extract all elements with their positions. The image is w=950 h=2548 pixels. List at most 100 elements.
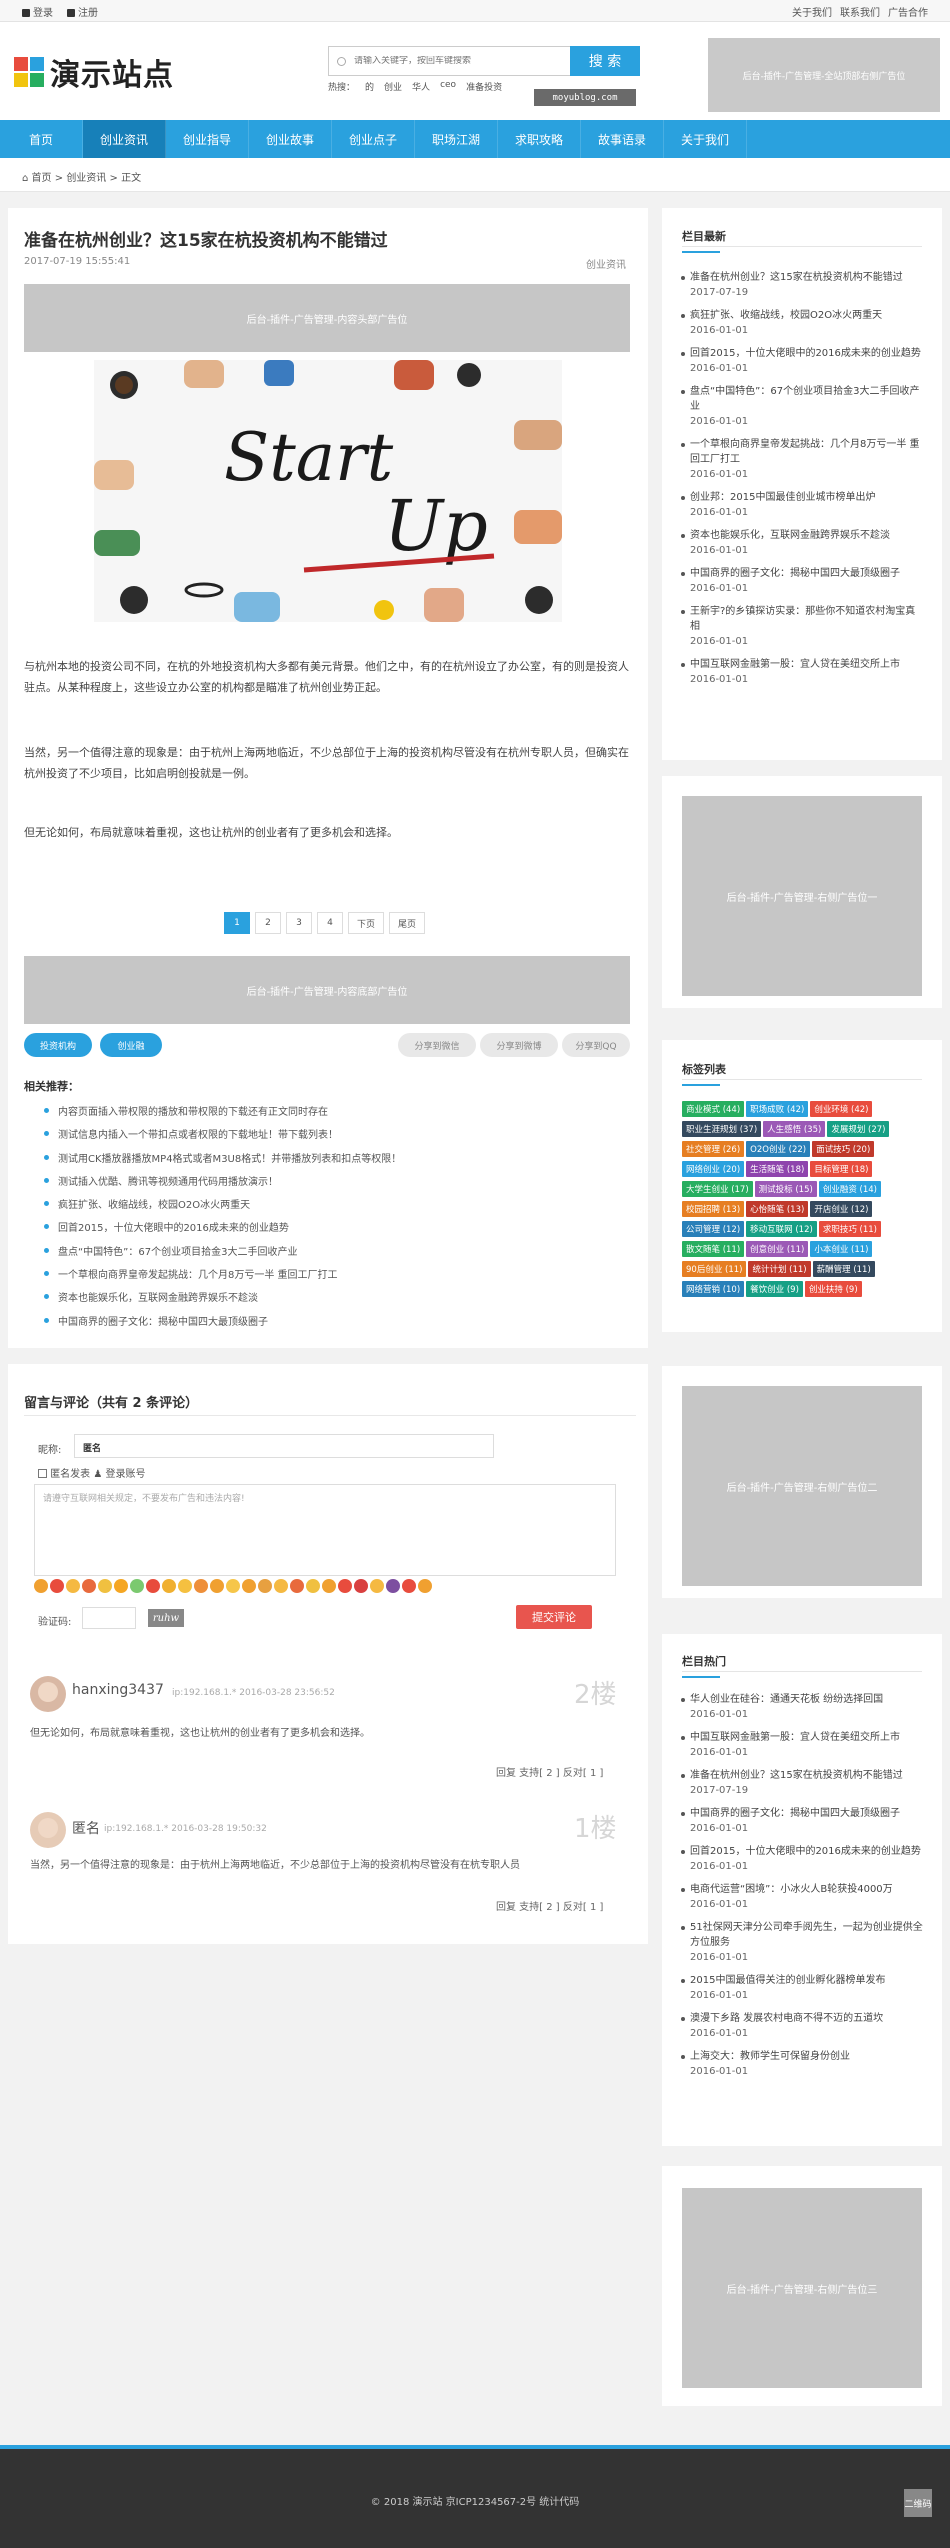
tag-chip[interactable]: 面试技巧 (20) [812,1141,875,1157]
emoji-icon[interactable] [274,1579,288,1593]
comment-actions[interactable]: 回复 支持[ 2 ] 反对[ 1 ] [496,1764,603,1779]
related-item[interactable]: 盘点“中国特色”：67个创业项目拾金3大二手回收产业 [43,1243,401,1266]
content-head-ad[interactable]: 后台-插件-广告管理-内容头部广告位 [24,284,630,352]
tag-chip[interactable]: 散文随笔 (11) [682,1241,745,1257]
tag-chip[interactable]: 小本创业 (11) [810,1241,873,1257]
tag-chip[interactable]: 90后创业 (11) [682,1261,747,1277]
latest-item[interactable]: 盘点“中国特色”：67个创业项目拾金3大二手回收产业 2016-01-01 [681,384,924,437]
tag-chip[interactable]: 创意创业 (11) [746,1241,809,1257]
tag-chip[interactable]: 校园招聘 (13) [682,1201,745,1217]
related-item[interactable]: 测试用CK播放器播放MP4格式或者M3U8格式！并带播放列表和扣点等权限！ [43,1150,401,1173]
search-input[interactable] [354,56,554,66]
tag-chip[interactable]: 薪酬管理 (11) [812,1261,875,1277]
related-item[interactable]: 疯狂扩张、收缩战线，校园O2O冰火两重天 [43,1196,401,1219]
share-wechat-button[interactable]: 分享到微信 [398,1033,476,1057]
latest-item[interactable]: 中国互联网金融第一股：宜人贷在美纽交所上市 2016-01-01 [681,657,924,695]
article-tag[interactable]: 创业融 [100,1033,162,1057]
hot-word[interactable]: 华人 [412,80,430,93]
latest-item[interactable]: 中国商界的圈子文化：揭秘中国四大最顶级圈子 2016-01-01 [681,566,924,604]
site-logo[interactable]: 演示站点 [14,50,174,94]
sidebar-ad-3[interactable]: 后台-插件-广告管理-右侧广告位三 [682,2188,922,2388]
share-weibo-button[interactable]: 分享到微博 [480,1033,558,1057]
tag-chip[interactable]: 创业扶持 (9) [804,1281,862,1297]
ads-link[interactable]: 广告合作 [888,4,928,19]
hot-word[interactable]: ceo [440,80,456,93]
emoji-icon[interactable] [402,1579,416,1593]
hot-word[interactable]: 准备投资 [466,80,502,93]
emoji-icon[interactable] [162,1579,176,1593]
nick-field[interactable]: 匿名 [74,1434,494,1458]
sidebar-ad-1[interactable]: 后台-插件-广告管理-右侧广告位一 [682,796,922,996]
contact-link[interactable]: 联系我们 [840,4,880,19]
tag-chip[interactable]: 商业模式 (44) [682,1101,745,1117]
last-page-button[interactable]: 尾页 [389,912,425,934]
hot-item[interactable]: 回首2015，十位大佬眼中的2016成未来的创业趋势 2016-01-01 [681,1844,924,1882]
emoji-icon[interactable] [146,1579,160,1593]
hot-item[interactable]: 51社保网天津分公司牵手阅先生，一起为创业提供全方位服务 2016-01-01 [681,1920,924,1973]
nav-item[interactable]: 创业资讯 [83,120,166,158]
hot-item[interactable]: 华人创业在硅谷：通通天花板 纷纷选择回国 2016-01-01 [681,1692,924,1730]
nav-item[interactable]: 创业故事 [249,120,332,158]
hot-item[interactable]: 中国互联网金融第一股：宜人贷在美纽交所上市 2016-01-01 [681,1730,924,1768]
emoji-icon[interactable] [34,1579,48,1593]
emoji-icon[interactable] [178,1579,192,1593]
login-link[interactable]: 登录 [22,4,53,19]
tag-chip[interactable]: 求职技巧 (11) [818,1221,881,1237]
emoji-icon[interactable] [306,1579,320,1593]
page-2-button[interactable]: 2 [255,912,281,934]
hot-word[interactable]: 创业 [384,80,402,93]
submit-comment-button[interactable]: 提交评论 [516,1605,592,1629]
related-item[interactable]: 内容页面插入带权限的播放和带权限的下载还有正文同时存在 [43,1103,401,1126]
tag-chip[interactable]: 网络创业 (20) [682,1161,745,1177]
latest-item[interactable]: 资本也能娱乐化，互联网金融跨界娱乐不趁淡 2016-01-01 [681,528,924,566]
related-item[interactable]: 一个草根向商界皇帝发起挑战：几个月8万亏一半 重回工厂打工 [43,1266,401,1289]
captcha-image[interactable]: ruhw [148,1609,184,1627]
qr-code-icon[interactable]: 二维码 [904,2489,932,2517]
emoji-icon[interactable] [50,1579,64,1593]
content-bottom-ad[interactable]: 后台-插件-广告管理-内容底部广告位 [24,956,630,1024]
nav-item[interactable]: 创业指导 [166,120,249,158]
nav-item[interactable]: 故事语录 [581,120,664,158]
tag-chip[interactable]: 移动互联网 (12) [746,1221,817,1237]
related-item[interactable]: 回首2015，十位大佬眼中的2016成未来的创业趋势 [43,1219,401,1242]
emoji-icon[interactable] [98,1579,112,1593]
emoji-icon[interactable] [386,1579,400,1593]
latest-item[interactable]: 疯狂扩张、收缩战线，校园O2O冰火两重天 2016-01-01 [681,308,924,346]
hot-item[interactable]: 澳漫下乡路 发展农村电商不得不迈的五道坎 2016-01-01 [681,2011,924,2049]
hot-item[interactable]: 2015中国最值得关注的创业孵化器榜单发布 2016-01-01 [681,1973,924,2011]
nav-item[interactable]: 求职攻略 [498,120,581,158]
related-item[interactable]: 中国商界的圈子文化：揭秘中国四大最顶级圈子 [43,1313,401,1336]
login-account-link[interactable]: 登录账号 [106,1469,146,1480]
tag-chip[interactable]: 职业生涯规划 (37) [682,1121,762,1137]
sidebar-ad-2[interactable]: 后台-插件-广告管理-右侧广告位二 [682,1386,922,1586]
emoji-icon[interactable] [114,1579,128,1593]
comment-textarea[interactable]: 请遵守互联网相关规定，不要发布广告和违法内容! [34,1484,616,1576]
nav-item[interactable]: 创业点子 [332,120,415,158]
hot-item[interactable]: 上海交大：教师学生可保留身份创业 2016-01-01 [681,2049,924,2087]
hot-item[interactable]: 中国商界的圈子文化：揭秘中国四大最顶级圈子 2016-01-01 [681,1806,924,1844]
breadcrumb-category[interactable]: 创业资讯 [66,173,106,184]
share-qq-button[interactable]: 分享到QQ [562,1033,630,1057]
about-link[interactable]: 关于我们 [792,4,832,19]
tag-chip[interactable]: 职场成败 (42) [746,1101,809,1117]
emoji-icon[interactable] [338,1579,352,1593]
emoji-icon[interactable] [210,1579,224,1593]
latest-item[interactable]: 王新宇?的乡镇探访实录：那些你不知道农村淘宝真相 2016-01-01 [681,604,924,657]
latest-item[interactable]: 一个草根向商界皇帝发起挑战：几个月8万亏一半 重回工厂打工 2016-01-01 [681,437,924,490]
emoji-icon[interactable] [194,1579,208,1593]
next-page-button[interactable]: 下页 [348,912,384,934]
emoji-icon[interactable] [290,1579,304,1593]
register-link[interactable]: 注册 [67,4,98,19]
hot-item[interactable]: 准备在杭州创业？这15家在杭投资机构不能错过 2017-07-19 [681,1768,924,1806]
latest-item[interactable]: 创业邦：2015中国最佳创业城市榜单出炉 2016-01-01 [681,490,924,528]
hot-word[interactable]: 的 [365,80,374,93]
emoji-icon[interactable] [66,1579,80,1593]
tag-chip[interactable]: 测试投标 (15) [754,1181,817,1197]
emoji-icon[interactable] [226,1579,240,1593]
tag-chip[interactable]: 开店创业 (12) [810,1201,873,1217]
emoji-icon[interactable] [370,1579,384,1593]
comment-actions[interactable]: 回复 支持[ 2 ] 反对[ 1 ] [496,1898,603,1913]
emoji-icon[interactable] [418,1579,432,1593]
nav-item[interactable]: 关于我们 [664,120,747,158]
related-item[interactable]: 资本也能娱乐化，互联网金融跨界娱乐不趁淡 [43,1289,401,1312]
